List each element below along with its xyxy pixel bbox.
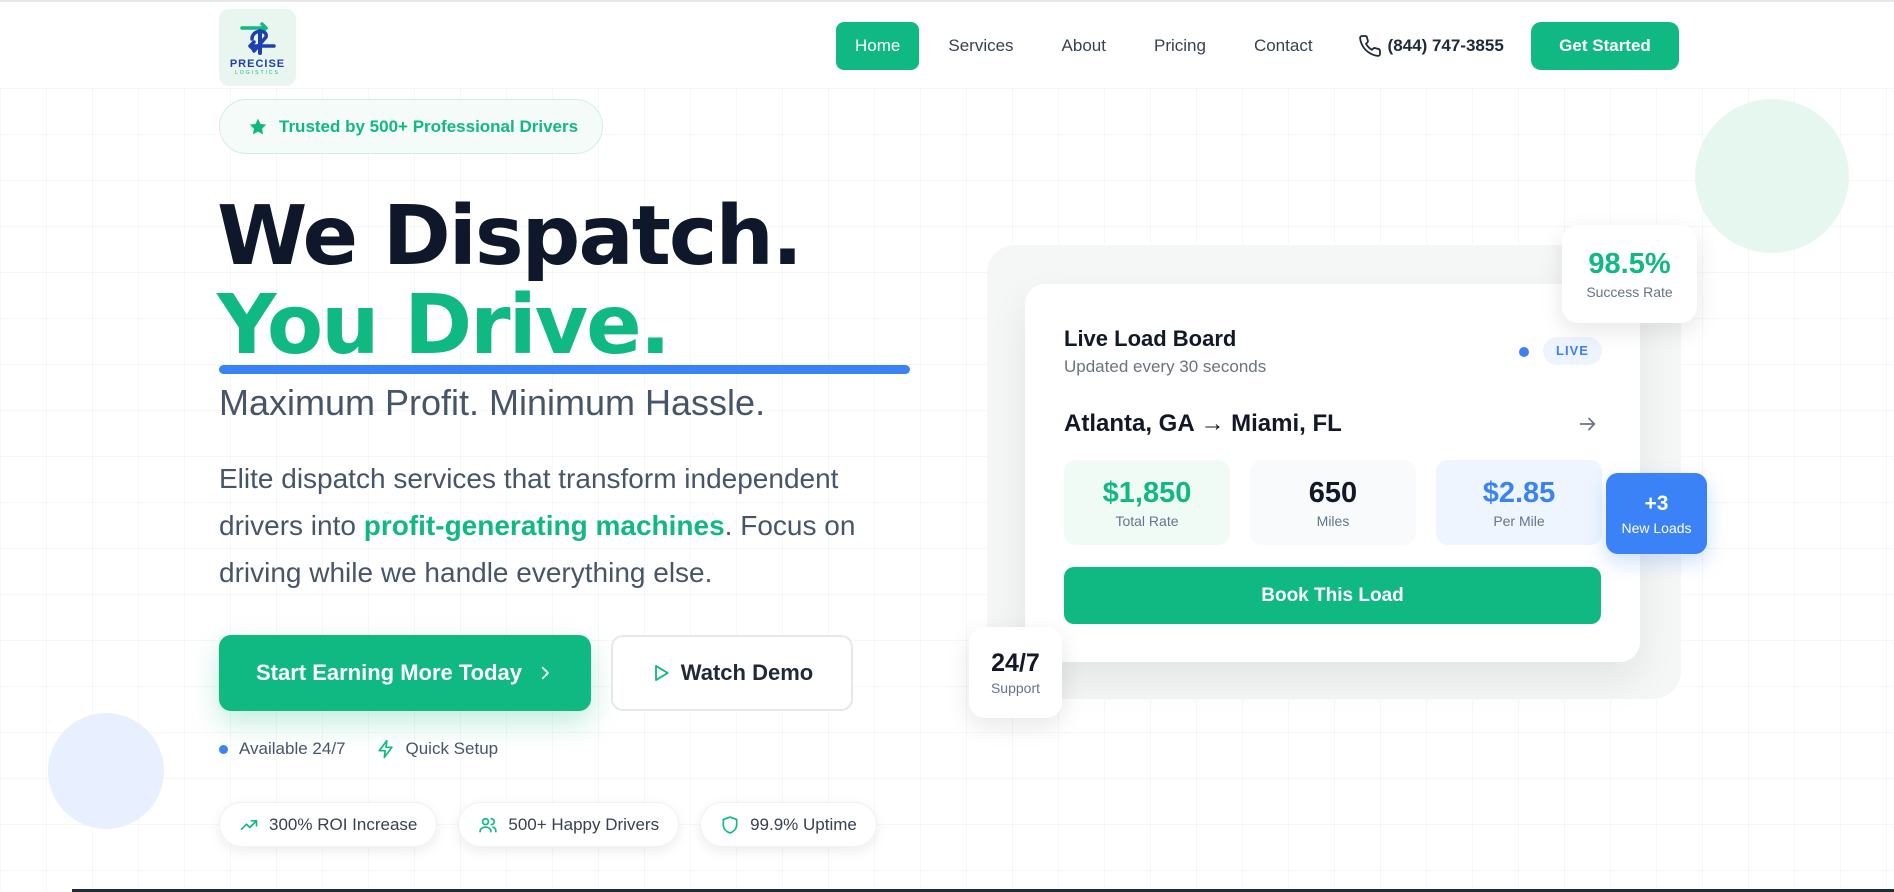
new-loads-card[interactable]: +3 New Loads (1606, 473, 1707, 554)
phone-link[interactable]: (844) 747-3855 (1358, 34, 1504, 58)
book-load-button[interactable]: Book This Load (1064, 567, 1601, 624)
live-load-board: Live Load Board Updated every 30 seconds… (1025, 284, 1640, 662)
stat-pills: 300% ROI Increase 500+ Happy Drivers 99.… (219, 802, 898, 847)
star-icon (249, 118, 267, 134)
headline-line-2: You Drive. (217, 278, 671, 373)
load-stats: $1,850 Total Rate 650 Miles $2.85 Per Mi… (1064, 460, 1602, 545)
nav-contact[interactable]: Contact (1235, 22, 1332, 70)
decor-circle-blue (48, 713, 164, 829)
trust-badge-text: Trusted by 500+ Professional Drivers (279, 116, 579, 136)
site-header: PRECISE LOGISTICS Home Services About Pr… (0, 2, 1894, 88)
nav-pricing[interactable]: Pricing (1135, 22, 1225, 70)
logo-subtitle: LOGISTICS (235, 70, 280, 76)
truck-arrows-logo-icon (239, 22, 276, 55)
nav-about[interactable]: About (1043, 22, 1125, 70)
success-rate-card: 98.5% Success Rate (1562, 225, 1697, 323)
headline-line-1: We Dispatch. (217, 189, 803, 284)
status-dot (219, 744, 228, 754)
support-label: Support (990, 680, 1041, 696)
lightning-icon (378, 739, 393, 759)
success-rate-label: Success Rate (1586, 284, 1673, 300)
phone-icon (1358, 35, 1381, 57)
stat-total-rate-label: Total Rate (1115, 512, 1179, 529)
load-board-subtitle: Updated every 30 seconds (1064, 357, 1267, 376)
pill-drivers: 500+ Happy Drivers (458, 802, 680, 847)
stat-per-mile: $2.85 Per Mile (1436, 460, 1602, 545)
start-earning-button[interactable]: Start Earning More Today (219, 635, 591, 711)
availability-text: Available 24/7 (239, 739, 346, 758)
logo-wordmark: PRECISE (229, 58, 286, 70)
nav-services[interactable]: Services (929, 22, 1032, 70)
stat-miles-label: Miles (1316, 512, 1350, 529)
stat-per-mile-label: Per Mile (1493, 512, 1545, 529)
nav-home[interactable]: Home (836, 22, 920, 70)
watch-demo-button[interactable]: Watch Demo (611, 635, 853, 711)
support-card: 24/7 Support (969, 627, 1062, 718)
pill-uptime: 99.9% Uptime (700, 802, 877, 847)
live-badge: LIVE (1543, 337, 1602, 365)
subheadline: Maximum Profit. Minimum Hassle. (219, 382, 766, 423)
pill-roi-label: 300% ROI Increase (269, 814, 418, 834)
main-nav: Home Services About Pricing Contact (844… (836, 22, 1504, 70)
chevron-right-icon (541, 666, 549, 680)
support-value: 24/7 (991, 649, 1040, 677)
success-rate-value: 98.5% (1588, 248, 1671, 280)
pill-uptime-label: 99.9% Uptime (750, 814, 857, 834)
live-dot (1519, 347, 1529, 357)
trending-up-icon (240, 819, 258, 830)
stat-total-rate-value: $1,850 (1102, 476, 1192, 509)
description-highlight: profit-generating machines (363, 510, 725, 541)
arrow-right-icon[interactable] (1577, 413, 1599, 435)
logo[interactable]: PRECISE LOGISTICS (219, 9, 296, 86)
start-earning-label: Start Earning More Today (255, 660, 523, 685)
watch-demo-label: Watch Demo (680, 660, 814, 685)
shield-icon (722, 815, 738, 834)
stat-total-rate: $1,850 Total Rate (1064, 460, 1230, 545)
users-icon (479, 817, 498, 832)
get-started-button[interactable]: Get Started (1531, 22, 1679, 70)
load-board-title: Live Load Board (1064, 326, 1237, 351)
pill-roi: 300% ROI Increase (219, 802, 438, 847)
pill-drivers-label: 500+ Happy Drivers (508, 814, 660, 834)
new-loads-value: +3 (1644, 491, 1669, 515)
load-route: Atlanta, GA → Miami, FL (1064, 410, 1342, 437)
trust-badge: Trusted by 500+ Professional Drivers (219, 99, 603, 154)
feature-row: Available 24/7 Quick Setup (219, 739, 498, 759)
play-icon (654, 665, 669, 681)
stat-miles-value: 650 (1308, 476, 1358, 509)
hero-description: Elite dispatch services that transform i… (219, 455, 909, 596)
headline-underline (219, 365, 910, 374)
decor-circle-green (1695, 99, 1849, 253)
stat-per-mile-value: $2.85 (1482, 476, 1556, 509)
new-loads-label: New Loads (1621, 519, 1692, 536)
quick-setup-text: Quick Setup (405, 739, 499, 758)
phone-number: (844) 747-3855 (1387, 36, 1504, 55)
stat-miles: 650 Miles (1250, 460, 1416, 545)
